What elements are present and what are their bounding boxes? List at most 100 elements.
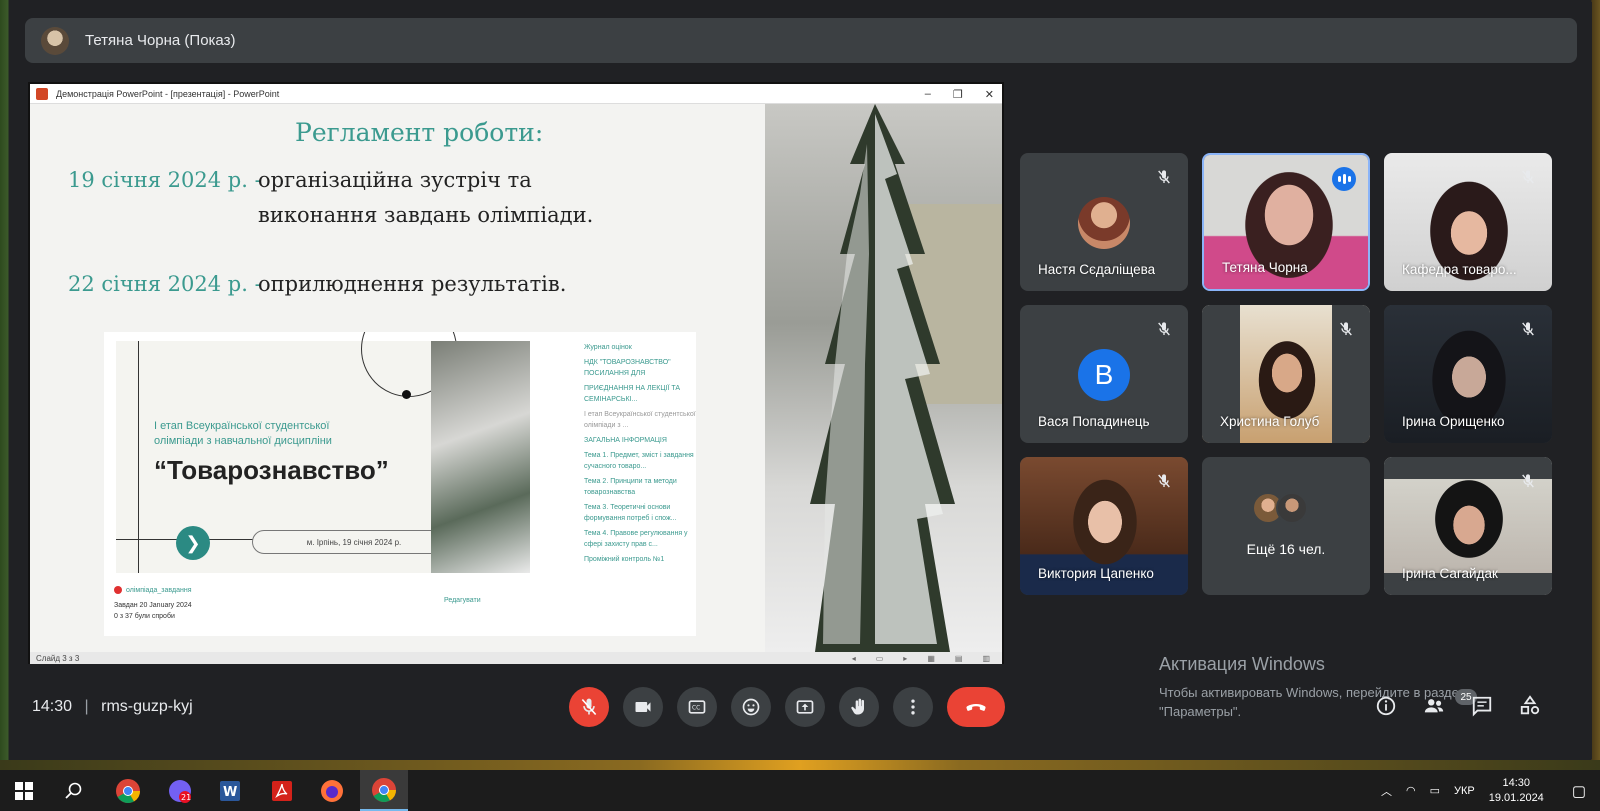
snowy-tree-photo — [765, 104, 1002, 652]
search-icon — [65, 782, 82, 799]
list-item: ПРИЄДНАННЯ НА ЛЕКЦІЇ ТА СЕМІНАРСЬКІ... — [584, 385, 681, 403]
call-controls: CC — [569, 687, 1005, 727]
mic-off-icon — [581, 698, 597, 716]
mic-off-icon — [1152, 469, 1176, 493]
present-screen-button[interactable] — [785, 687, 825, 727]
more-participants-tile[interactable]: Ещё 16 чел. — [1202, 457, 1370, 595]
taskbar-viber[interactable]: 21 — [156, 770, 204, 811]
list-item: ЗАГАЛЬНА ІНФОРМАЦІЯ — [584, 437, 667, 444]
meet-window: Тетяна Чорна (Показ) Демонстрація PowerP… — [9, 2, 1592, 759]
mic-toggle-button[interactable] — [569, 687, 609, 727]
assignment-attempts: 0 з 37 були спроби — [114, 613, 175, 620]
hang-up-icon — [966, 704, 986, 711]
reading-view-icon: ▥ — [982, 653, 990, 663]
next-slide-icon: ▸ — [903, 653, 908, 663]
participant-tile[interactable]: Ірина Сагайдак — [1384, 457, 1552, 595]
mic-off-icon — [1516, 317, 1540, 341]
slide-embedded-screenshot: І етап Всеукраїнської студентської олімп… — [104, 332, 696, 636]
slide-title: Регламент роботи: — [295, 118, 544, 147]
slide-view-icon: ▭ — [875, 653, 884, 663]
banner-photo — [431, 341, 530, 573]
wifi-icon[interactable]: ◠ — [1406, 784, 1416, 797]
notifications-icon[interactable]: ▢ — [1572, 782, 1586, 800]
list-item: Тема 4. Правове регулювання у сфері захи… — [584, 530, 688, 548]
participant-tile[interactable]: Тетяна Чорна — [1202, 153, 1370, 291]
participant-tile[interactable]: Виктория Цапенко — [1020, 457, 1188, 595]
present-icon — [796, 700, 814, 714]
slide: Регламент роботи: 19 січня 2024 р. - орг… — [30, 104, 1002, 652]
meeting-code[interactable]: rms-guzp-kyj — [101, 698, 193, 715]
list-item: Тема 1. Предмет, зміст і завдання сучасн… — [584, 452, 694, 470]
participant-tile[interactable]: Христина Голуб — [1202, 305, 1370, 443]
participant-tile[interactable]: Настя Сєдаліщева — [1020, 153, 1188, 291]
meeting-details-button[interactable] — [1374, 694, 1398, 718]
more-participants-label: Ещё 16 чел. — [1246, 541, 1326, 557]
language-indicator[interactable]: УКР — [1454, 785, 1475, 797]
taskbar-firefox[interactable] — [308, 770, 356, 811]
reactions-button[interactable] — [731, 687, 771, 727]
avatar: В — [1078, 349, 1130, 401]
svg-text:W: W — [223, 785, 237, 800]
camera-toggle-button[interactable] — [623, 687, 663, 727]
end-call-button[interactable] — [947, 687, 1005, 727]
participant-name: Виктория Цапенко — [1038, 566, 1154, 581]
search-button[interactable] — [50, 770, 98, 811]
taskbar-chrome[interactable] — [104, 770, 152, 811]
captions-button[interactable]: CC — [677, 687, 717, 727]
mic-off-icon — [1516, 165, 1540, 189]
presenter-bar[interactable]: Тетяна Чорна (Показ) — [25, 18, 1577, 63]
banner-subtitle: І етап Всеукраїнської студентської олімп… — [154, 420, 332, 447]
participant-name: Ірина Орищенко — [1402, 414, 1505, 429]
emoji-icon — [742, 698, 760, 716]
prev-slide-icon: ◂ — [851, 653, 856, 663]
arrow-right-icon: ❯ — [176, 526, 210, 560]
participant-name: Кафедра товаро... — [1402, 262, 1517, 277]
course-menu-list: Журнал оцінок НДК "ТОВАРОЗНАВСТВО" ПОСИЛ… — [574, 332, 696, 636]
meeting-info: 14:30 | rms-guzp-kyj — [32, 698, 193, 715]
hand-icon — [851, 698, 864, 715]
tray-clock[interactable]: 14:30 19.01.2024 — [1489, 776, 1544, 806]
assignment-icon — [114, 586, 122, 594]
svg-text:CC: CC — [692, 706, 700, 712]
avatar — [1078, 197, 1130, 249]
chat-button[interactable] — [1470, 694, 1494, 718]
camera-icon — [635, 702, 651, 712]
shapes-icon — [1520, 695, 1540, 715]
mic-off-icon — [1334, 317, 1358, 341]
windows-icon — [15, 781, 33, 800]
participant-tile[interactable]: Ірина Орищенко — [1384, 305, 1552, 443]
word-icon: W — [220, 780, 240, 801]
people-button[interactable] — [1422, 694, 1446, 718]
mic-off-icon — [1152, 165, 1176, 189]
list-item: НДК "ТОВАРОЗНАВСТВО" ПОСИЛАННЯ ДЛЯ — [584, 359, 671, 377]
mic-off-icon — [1516, 469, 1540, 493]
slide-date-1: 19 січня 2024 р. - — [68, 168, 262, 192]
ppt-status-bar: Слайд 3 з 3 ◂ ▭ ▸ ▦ ▤ ▥ — [30, 652, 1002, 664]
participant-tile[interactable]: В Вася Попадинець — [1020, 305, 1188, 443]
shared-screen: Демонстрація PowerPoint - [презентація] … — [28, 82, 1004, 664]
tray-chevron-up-icon[interactable]: ︿ — [1381, 783, 1392, 799]
start-button[interactable] — [0, 770, 48, 811]
clock-date: 19.01.2024 — [1488, 791, 1544, 804]
firefox-icon — [321, 779, 343, 802]
chat-icon — [1472, 696, 1492, 717]
slide-counter: Слайд 3 з 3 — [36, 653, 80, 663]
taskbar-acrobat[interactable] — [258, 770, 306, 811]
slide-text-1b: виконання завдань олімпіади. — [258, 203, 594, 227]
taskbar-chrome-active[interactable] — [360, 770, 408, 811]
presenter-avatar — [41, 26, 69, 55]
battery-icon[interactable]: ▭ — [1430, 784, 1440, 797]
assignment-entry: олімпіада_завдання Завдан 20 January 202… — [114, 586, 414, 620]
participant-name: Ірина Сагайдак — [1402, 566, 1498, 581]
activation-title: Активация Windows — [1159, 654, 1325, 674]
participant-tile[interactable]: Кафедра товаро... — [1384, 153, 1552, 291]
activities-button[interactable] — [1518, 694, 1542, 718]
taskbar-word[interactable]: W — [206, 770, 254, 811]
sorter-view-icon: ▤ — [954, 653, 963, 663]
more-options-button[interactable] — [893, 687, 933, 727]
speaking-indicator-icon — [1332, 167, 1356, 191]
meeting-time: 14:30 — [32, 698, 73, 715]
powerpoint-icon — [36, 87, 48, 100]
raise-hand-button[interactable] — [839, 687, 879, 727]
participant-name: Христина Голуб — [1220, 414, 1320, 429]
